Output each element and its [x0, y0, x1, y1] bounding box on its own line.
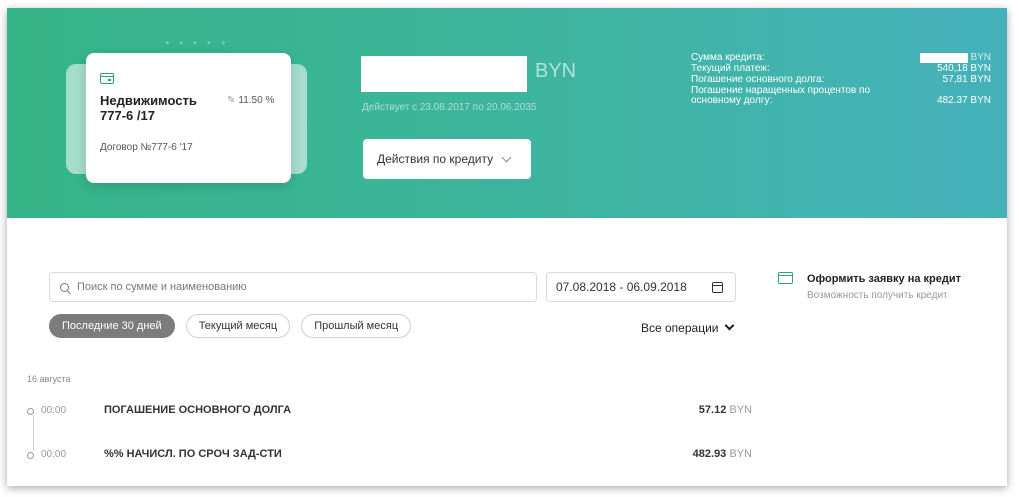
transaction-name: %% НАЧИСЛ. ПО СРОЧ ЗАД-СТИ — [104, 448, 282, 460]
timeline-dot — [27, 408, 34, 415]
summary-label: Погашение наращенных процентов по основн… — [691, 85, 870, 106]
search-field[interactable] — [49, 272, 537, 302]
period-last-30-days[interactable]: Последние 30 дней — [49, 314, 175, 338]
summary-value: 540,18 BYN — [937, 63, 991, 74]
timeline-line — [33, 415, 34, 451]
transaction-amount: 482.93 BYN — [692, 448, 752, 460]
timeline-dot — [27, 452, 34, 459]
search-icon — [60, 282, 69, 292]
search-input[interactable] — [77, 281, 497, 293]
operations-filter-label: Все операции — [641, 321, 719, 335]
operations-filter[interactable]: Все операции — [641, 320, 735, 335]
chevron-down-icon — [501, 152, 512, 162]
summary-label: Погашение основного долга: — [691, 74, 825, 85]
summary-value: 57,81 BYN — [942, 74, 991, 85]
loan-rate[interactable]: ✎ 11.50 % — [227, 95, 274, 106]
summary-row: Текущий платеж: 540,18 BYN — [691, 64, 991, 74]
app-frame: • • • • + Недвижимость 777-6 /17 ✎ 11.50 … — [7, 8, 1007, 486]
transaction-name: ПОГАШЕНИЕ ОСНОВНОГО ДОЛГА — [104, 404, 292, 416]
period-last-month[interactable]: Прошлый месяц — [301, 314, 412, 338]
summary-row: Погашение основного долга: 57,81 BYN — [691, 75, 991, 85]
loan-amount-masked — [361, 56, 527, 92]
transaction-amount: 57.12 BYN — [698, 404, 752, 416]
loan-summary: Сумма кредита: BYN Текущий платеж: 540,1… — [691, 53, 991, 109]
loan-name: Недвижимость 777-6 /17 — [100, 93, 197, 123]
transaction-time: 00:00 — [41, 405, 67, 416]
loan-validity: Действует с 23.08.2017 по 20.06.2035 — [362, 102, 537, 113]
history-day: 16 августа — [27, 374, 71, 384]
wallet-icon — [778, 272, 793, 284]
loan-card[interactable]: Недвижимость 777-6 /17 ✎ 11.50 % Договор … — [86, 53, 291, 183]
loan-actions-label: Действия по кредиту — [377, 152, 494, 166]
credit-offer-subtitle: Возможность получить кредит — [807, 290, 948, 301]
period-current-month[interactable]: Текущий месяц — [185, 314, 291, 338]
summary-row: Сумма кредита: BYN — [691, 53, 991, 63]
summary-value: 482.37 BYN — [937, 95, 991, 106]
date-range-picker[interactable]: 07.08.2018 - 06.09.2018 — [546, 272, 736, 302]
loan-contract: Договор №777-6 '17 — [100, 142, 193, 153]
summary-value: BYN — [920, 53, 991, 63]
transaction-row[interactable]: 00:00 ПОГАШЕНИЕ ОСНОВНОГО ДОЛГА 57.12 BY… — [27, 404, 752, 420]
wallet-icon — [100, 73, 114, 84]
date-range-value: 07.08.2018 - 06.09.2018 — [556, 280, 687, 294]
masked-amount — [920, 53, 969, 63]
summary-row: Погашение наращенных процентов по основн… — [691, 86, 991, 108]
period-filters: Последние 30 дней Текущий месяц Прошлый … — [49, 314, 422, 338]
edit-pencil-icon[interactable]: ✎ — [227, 95, 235, 106]
loan-rate-value: 11.50 % — [238, 95, 275, 106]
summary-label: Текущий платеж: — [691, 63, 770, 74]
card-pager-dots[interactable]: • • • • + — [166, 38, 230, 48]
credit-offer-title[interactable]: Оформить заявку на кредит — [807, 273, 961, 285]
calendar-icon[interactable] — [712, 282, 723, 293]
chevron-down-icon — [725, 320, 735, 331]
transaction-time: 00:00 — [41, 449, 67, 460]
transaction-row[interactable]: 00:00 %% НАЧИСЛ. ПО СРОЧ ЗАД-СТИ 482.93 … — [27, 448, 752, 464]
loan-actions-button[interactable]: Действия по кредиту — [363, 139, 531, 179]
summary-label: Сумма кредита: — [691, 52, 765, 63]
loan-banner: • • • • + Недвижимость 777-6 /17 ✎ 11.50 … — [7, 8, 1007, 218]
loan-amount-currency: BYN — [535, 60, 577, 82]
